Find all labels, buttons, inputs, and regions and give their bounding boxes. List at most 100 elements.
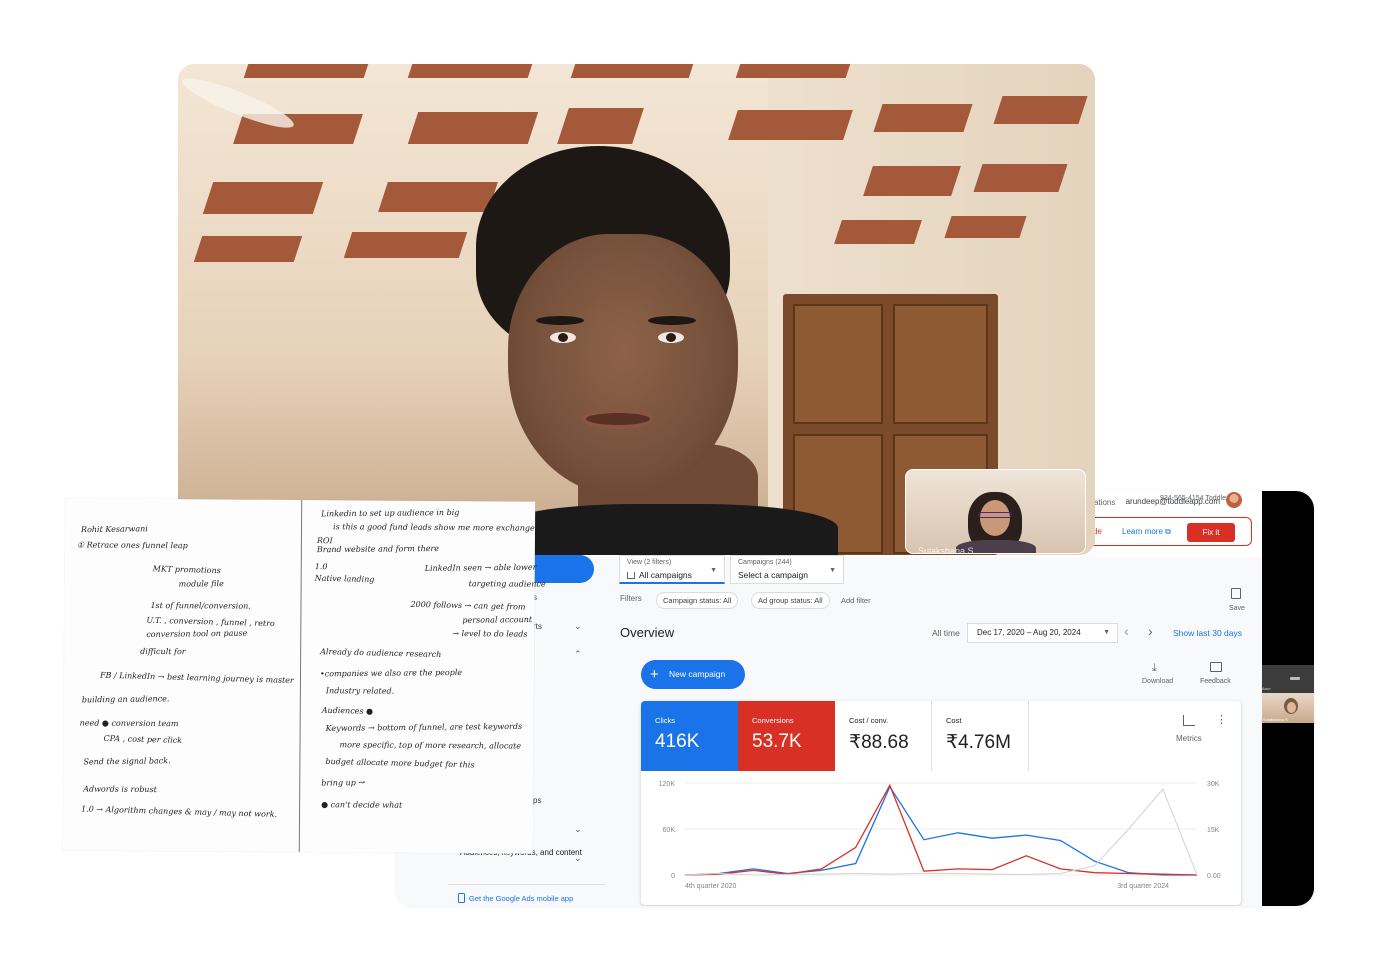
metric-value: ₹88.68 <box>849 732 909 753</box>
note-line: LinkedIn seen → able lower <box>424 562 537 573</box>
note-line: •companies we also are the people <box>319 667 463 679</box>
ceiling-tile <box>202 182 324 214</box>
all-time-label: All time <box>932 628 960 638</box>
participant-self-view[interactable]: Sulakshana S <box>905 469 1086 554</box>
participant-thumbnail[interactable]: Arun <box>1262 665 1314 693</box>
note-line: more specific, top of more research, all… <box>339 740 522 751</box>
performance-card: Clicks 416K Conversions 53.7K Cost / conv. ₹8… <box>641 701 1241 905</box>
account-email[interactable]: arundeep@toddleapp.com <box>1126 497 1220 506</box>
chevron-up-icon[interactable]: ⌃ <box>574 649 582 660</box>
caret-down-icon: ▼ <box>829 567 836 574</box>
series-line-clicks <box>684 785 1197 876</box>
ceiling-tile <box>735 64 851 78</box>
participant-thumbnail[interactable]: Sulakshana S <box>1262 693 1314 723</box>
metric-card-cost-conv[interactable]: Cost / conv. ₹88.68 <box>835 701 932 771</box>
note-line: Adwords is robust <box>83 784 157 795</box>
x-tick-start: 4th quarter 2020 <box>685 883 736 890</box>
ceiling-tile <box>407 112 539 144</box>
note-line: ROI <box>316 535 333 546</box>
metric-card-clicks[interactable]: Clicks 416K <box>641 701 738 771</box>
fix-it-button[interactable]: Fix it <box>1187 523 1235 542</box>
note-line: CPA , cost per click <box>103 733 183 746</box>
note-line: need ● conversion team <box>79 718 179 729</box>
feedback-icon[interactable] <box>1210 662 1222 672</box>
ceiling-tile <box>570 64 694 78</box>
metric-value: 53.7K <box>752 731 802 752</box>
performance-chart: 120K 30K 60K 15K 0 0.00 4th quarter 2020 3rd qu… <box>659 781 1221 890</box>
note-line: 1st of funnel/conversion. <box>150 600 251 611</box>
note-line: budget allocate more budget for this <box>325 756 475 770</box>
metric-label: Cost / conv. <box>849 716 889 725</box>
ceiling-tile <box>873 104 973 132</box>
note-line: Send the signal back. <box>83 756 171 767</box>
metric-label: Clicks <box>655 716 675 725</box>
ceiling-tile <box>557 108 644 144</box>
note-line: module file <box>178 579 224 589</box>
speaker-face <box>508 234 738 496</box>
ceiling-tile <box>243 64 369 78</box>
new-campaign-button[interactable]: + New campaign <box>641 660 745 689</box>
note-line: Audiences ● <box>321 705 374 716</box>
y-left-tick: 60K <box>663 827 676 834</box>
ceiling-tile <box>728 110 853 140</box>
more-options-icon[interactable]: ⋮ <box>1216 713 1227 726</box>
ceiling-tile <box>993 96 1088 124</box>
participant-name: Sulakshana S <box>918 546 974 554</box>
series-line-conversions <box>684 783 1198 876</box>
page-title: Overview <box>620 625 675 640</box>
note-line: 1.0 → Algorithm changes & may / may not … <box>80 804 278 819</box>
note-line: Rohit Kesarwani <box>80 524 148 535</box>
external-link-icon: ⧉ <box>1165 527 1171 536</box>
date-range-picker[interactable]: Dec 17, 2020 – Aug 20, 2024 ▼ <box>967 623 1118 643</box>
campaign-status-chip[interactable]: Campaign status: All <box>656 592 739 609</box>
plus-icon: + <box>650 666 659 683</box>
ceiling-tile <box>407 64 533 78</box>
metric-card-conversions[interactable]: Conversions 53.7K <box>738 701 835 771</box>
chevron-left-icon[interactable]: ‹ <box>1124 623 1129 639</box>
save-label[interactable]: Save <box>1229 605 1245 612</box>
note-line: building an audience. <box>81 694 170 705</box>
metrics-chart-icon[interactable] <box>1183 715 1195 726</box>
feedback-label[interactable]: Feedback <box>1200 678 1231 685</box>
campaign-selector-dropdown[interactable]: Campaigns (244) Select a campaign ▼ <box>730 555 844 584</box>
note-line: personal account <box>462 615 533 625</box>
save-icon[interactable] <box>1231 588 1241 599</box>
note-line: 1.0 <box>314 562 328 572</box>
note-line: Industry related. <box>325 686 395 696</box>
home-icon <box>627 572 635 579</box>
x-tick-end: 3rd quarter 2024 <box>1117 883 1169 890</box>
filters-label: Filters <box>620 594 642 603</box>
note-line: Keywords → bottom of funnel, are test ke… <box>325 721 523 733</box>
learn-more-link[interactable]: Learn more ⧉ <box>1122 527 1171 537</box>
nav-item-fragment[interactable]: ps <box>533 796 541 805</box>
y-right-tick: 30K <box>1207 781 1220 788</box>
account-avatar[interactable] <box>1226 492 1242 508</box>
metric-card-cost[interactable]: Cost ₹4.76M <box>932 701 1029 771</box>
mobile-app-link[interactable]: Get the Google Ads mobile app <box>458 893 573 903</box>
notifications-fragment[interactable]: ations <box>1094 498 1115 507</box>
note-line: ● can't decide what <box>321 800 403 810</box>
show-last-30-days-link[interactable]: Show last 30 days <box>1173 628 1242 638</box>
note-line: is this a good fund leads show me more e… <box>333 522 535 533</box>
chevron-down-icon[interactable]: ⌄ <box>574 853 582 864</box>
phone-icon <box>458 893 465 903</box>
metric-value: ₹4.76M <box>946 732 1011 753</box>
ceiling-tile <box>378 182 498 212</box>
caret-down-icon: ▼ <box>1103 629 1110 636</box>
download-label[interactable]: Download <box>1142 678 1173 685</box>
chevron-down-icon[interactable]: ⌄ <box>574 824 582 835</box>
caret-down-icon: ▼ <box>710 567 717 574</box>
add-filter-button[interactable]: Add filter <box>841 596 871 605</box>
view-filter-dropdown[interactable]: View (2 filters) All campaigns ▼ <box>619 555 725 584</box>
metrics-label[interactable]: Metrics <box>1176 734 1202 743</box>
ad-group-status-chip[interactable]: Ad group status: All <box>751 592 830 609</box>
metric-value: 416K <box>655 731 700 752</box>
chevron-right-icon[interactable]: › <box>1148 623 1153 639</box>
note-line: Brand website and form there <box>316 543 440 555</box>
note-line: conversion tool on pause <box>146 628 248 639</box>
chevron-down-icon[interactable]: ⌄ <box>574 621 582 632</box>
ceiling-tile <box>834 220 922 244</box>
handwritten-notes: Rohit Kesarwani ① Retrace ones funnel lea… <box>62 498 546 854</box>
download-icon[interactable]: ⤓ <box>1152 662 1157 675</box>
speaker-shirt <box>498 504 838 555</box>
